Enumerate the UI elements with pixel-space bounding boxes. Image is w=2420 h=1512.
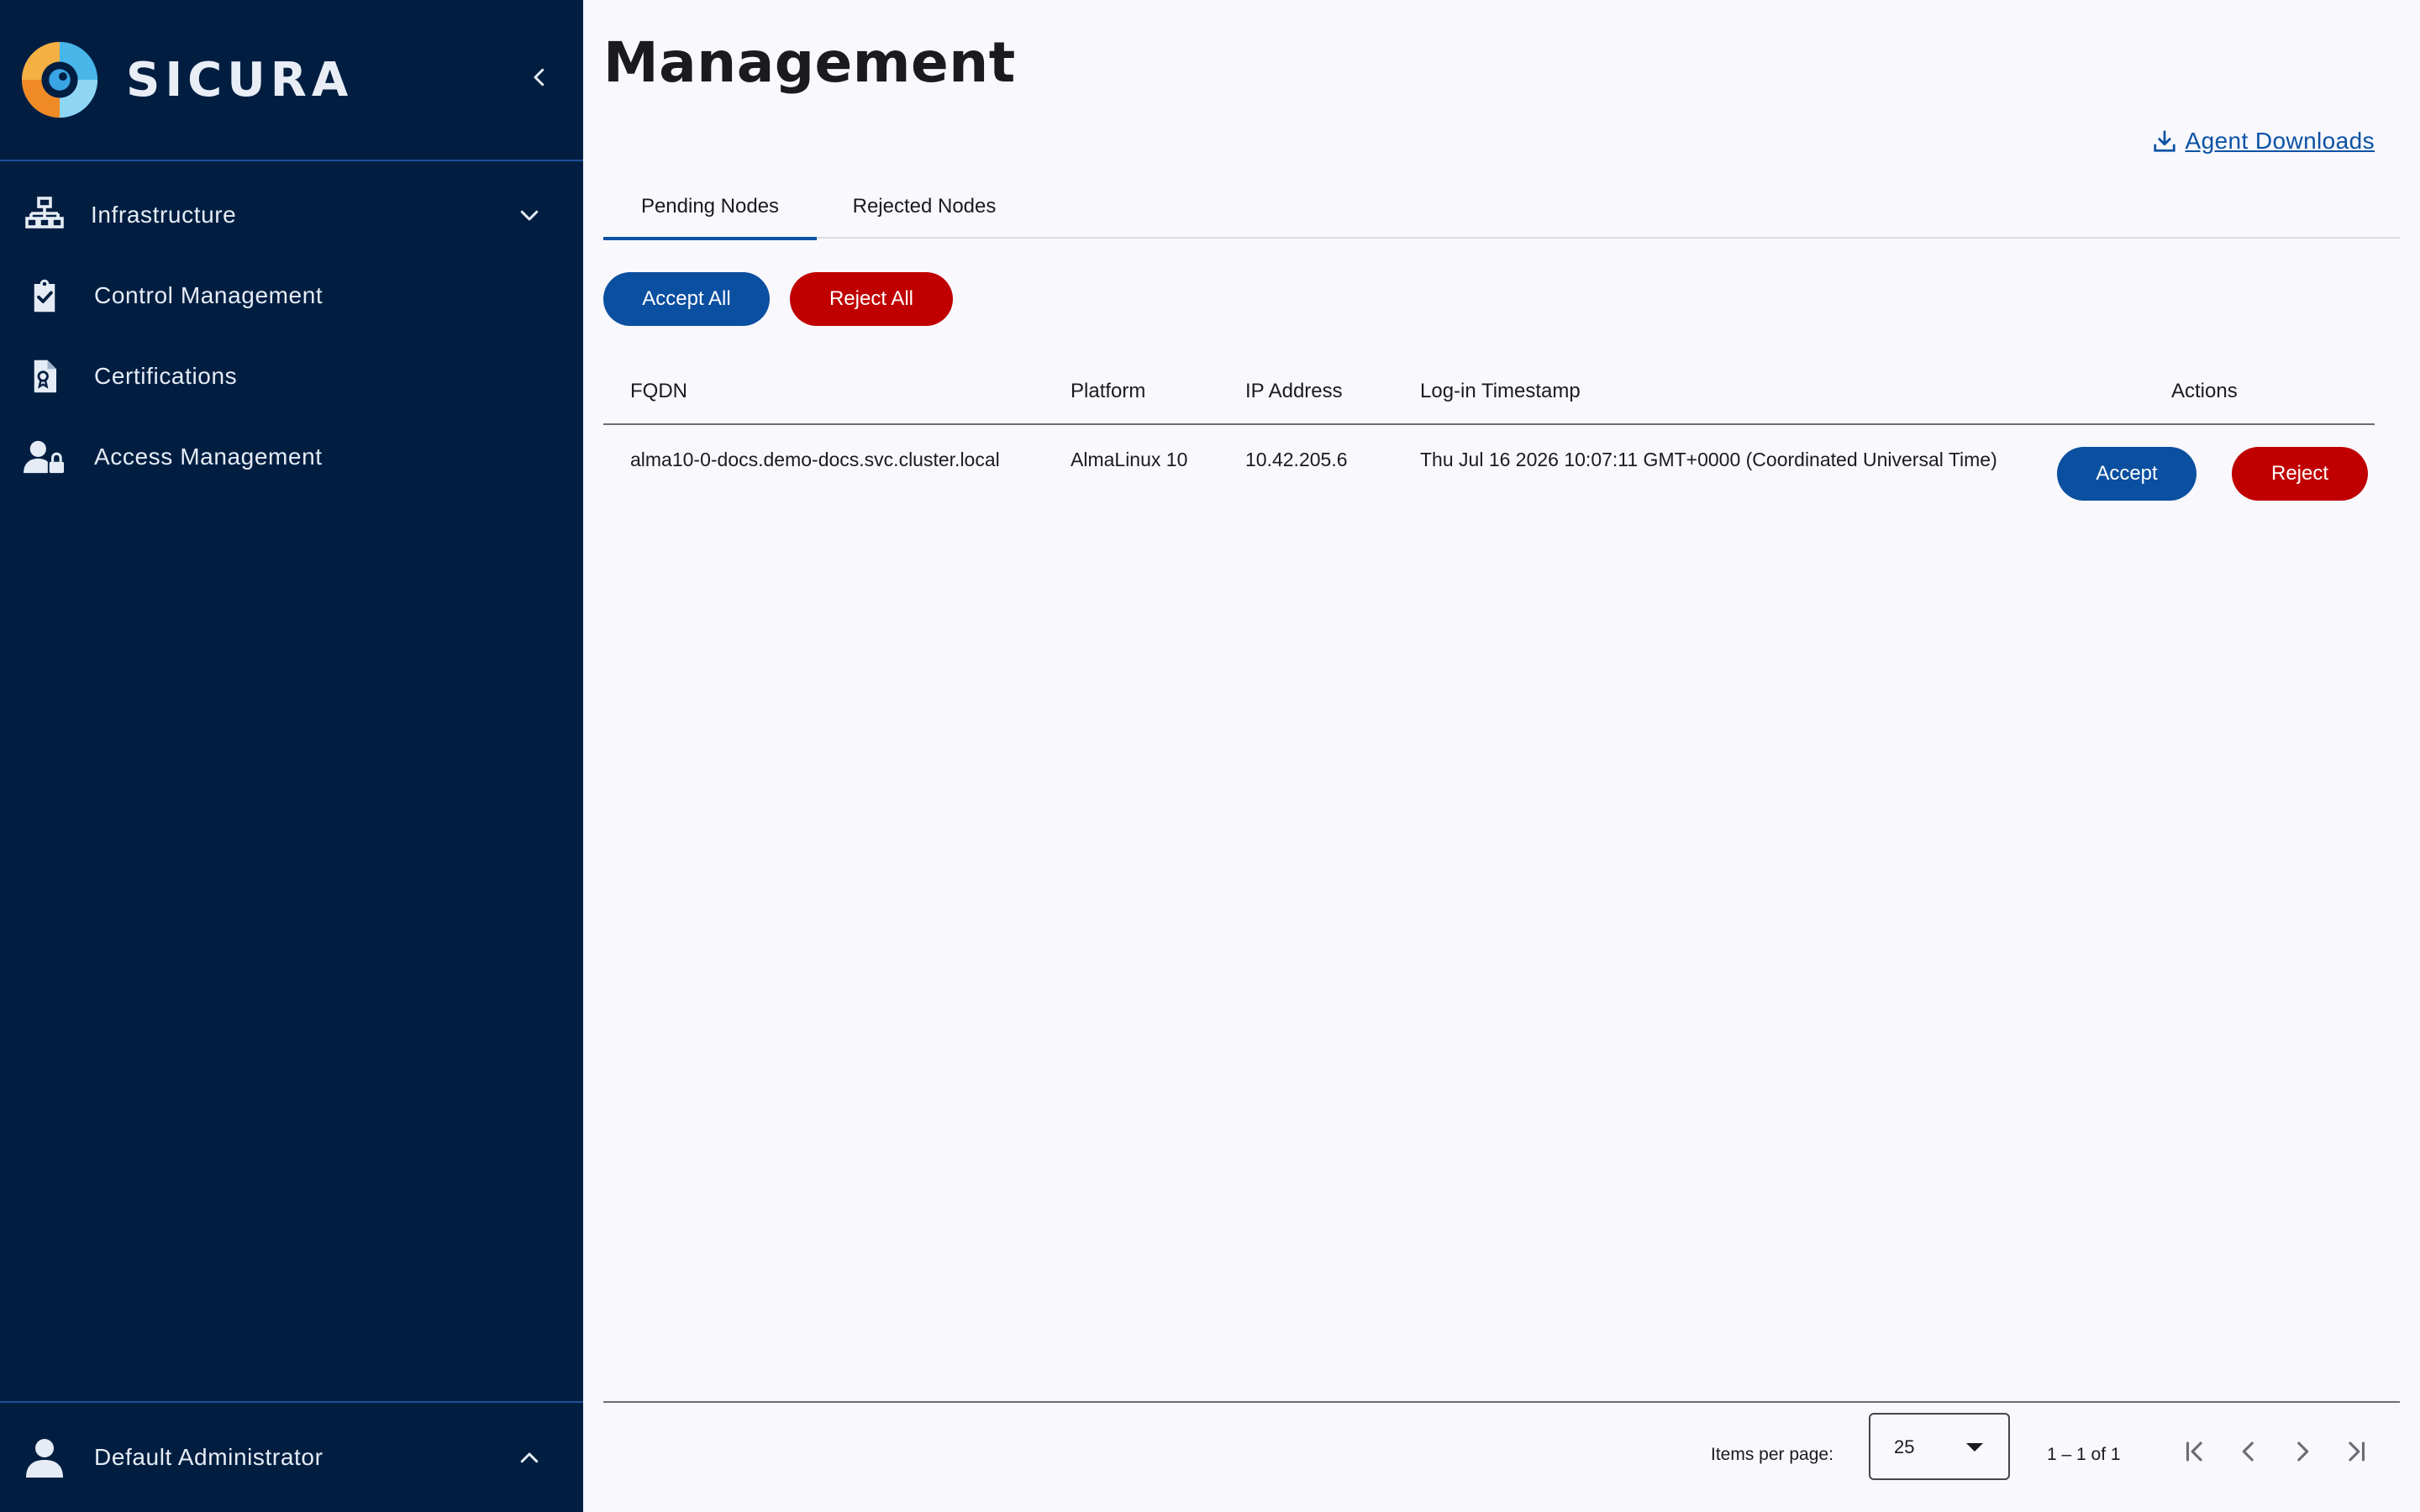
agent-downloads-label: Agent Downloads <box>2185 128 2375 154</box>
cell-fqdn: alma10-0-docs.demo-docs.svc.cluster.loca… <box>630 449 1000 470</box>
sidebar-item-certifications[interactable]: Certifications <box>0 336 583 417</box>
chevron-left-icon <box>534 68 544 87</box>
network-icon <box>24 194 66 236</box>
sidebar-item-label: Access Management <box>94 444 323 470</box>
sidebar-item-label: Control Management <box>94 282 324 308</box>
tab-bar: Pending Nodes Rejected Nodes <box>603 175 2400 240</box>
sidebar-item-label: Infrastructure <box>91 202 237 228</box>
cell-platform: AlmaLinux 10 <box>1071 449 1188 470</box>
last-page-button[interactable] <box>2334 1430 2378 1473</box>
sidebar-item-access-management[interactable]: Access Management <box>0 417 583 497</box>
next-page-button[interactable] <box>2281 1430 2324 1473</box>
chevron-right-icon <box>2297 1441 2309 1462</box>
user-icon <box>24 1436 66 1478</box>
last-page-icon <box>2349 1441 2365 1462</box>
sicura-logo-icon <box>21 41 98 118</box>
sidebar-item-infrastructure[interactable]: Infrastructure <box>0 175 583 255</box>
user-lock-icon <box>24 436 66 478</box>
sidebar-nav: Infrastructure Control Management Certif… <box>0 161 583 497</box>
user-menu[interactable]: Default Administrator <box>0 1401 583 1512</box>
clipboard-check-icon <box>24 275 66 317</box>
sidebar: SICURA Infrastructure Control Management… <box>0 0 583 1512</box>
download-icon <box>2153 130 2175 152</box>
reject-all-button[interactable]: Reject All <box>790 272 953 326</box>
items-per-page-select[interactable]: 25 <box>1869 1413 2010 1480</box>
cell-ip-address: 10.42.205.6 <box>1245 449 1348 470</box>
reject-node-button[interactable]: Reject <box>2232 447 2368 501</box>
sidebar-item-label: Certifications <box>94 363 238 389</box>
sidebar-item-control-management[interactable]: Control Management <box>0 255 583 336</box>
accept-node-button[interactable]: Accept <box>2057 447 2196 501</box>
brand-name: SICURA <box>126 52 354 108</box>
paginator: Items per page: 25 1 – 1 of 1 <box>603 1401 2400 1512</box>
dropdown-arrow-icon <box>1966 1443 1983 1452</box>
chevron-down-icon[interactable] <box>509 195 550 235</box>
chevron-left-icon <box>2242 1441 2254 1462</box>
previous-page-button[interactable] <box>2227 1430 2270 1473</box>
page-range-label: 1 – 1 of 1 <box>2047 1445 2121 1464</box>
first-page-button[interactable] <box>2173 1430 2217 1473</box>
brand-header: SICURA <box>0 0 583 161</box>
page-title: Management <box>603 30 1016 95</box>
items-per-page-value: 25 <box>1894 1436 1915 1457</box>
certificate-document-icon <box>24 355 66 397</box>
pending-nodes-table: FQDN Platform IP Address Log-in Timestam… <box>603 360 2375 501</box>
agent-downloads-link[interactable]: Agent Downloads <box>2152 128 2375 155</box>
table-row: alma10-0-docs.demo-docs.svc.cluster.loca… <box>603 360 2375 528</box>
collapse-sidebar-button[interactable] <box>518 55 561 99</box>
accept-all-button[interactable]: Accept All <box>603 272 770 326</box>
cell-login-timestamp: Thu Jul 16 2026 10:07:11 GMT+0000 (Coord… <box>1420 449 1997 470</box>
tab-pending-nodes[interactable]: Pending Nodes <box>603 175 817 240</box>
user-name: Default Administrator <box>94 1444 324 1470</box>
main-content: Management Agent Downloads Pending Nodes… <box>583 0 2420 1512</box>
first-page-icon <box>2186 1441 2202 1462</box>
items-per-page-label: Items per page: <box>1711 1445 1833 1464</box>
chevron-up-icon[interactable] <box>509 1438 550 1478</box>
tab-rejected-nodes[interactable]: Rejected Nodes <box>817 175 1032 239</box>
